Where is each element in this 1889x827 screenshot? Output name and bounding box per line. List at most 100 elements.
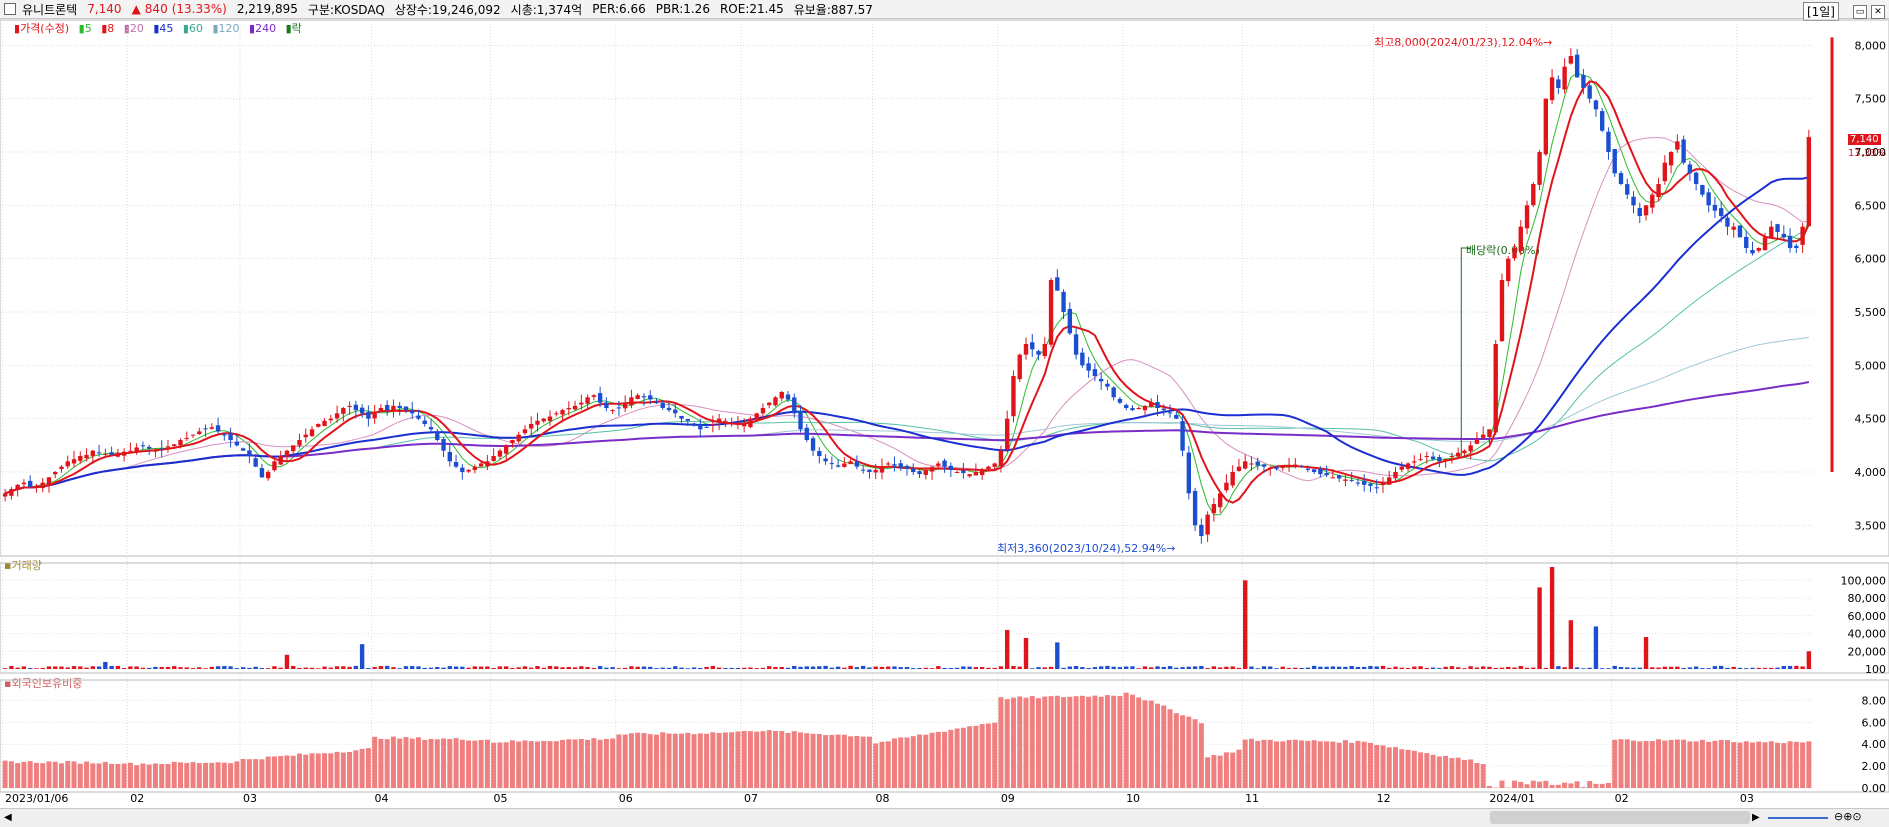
volume-bar bbox=[1656, 668, 1660, 669]
candle-body bbox=[9, 489, 13, 496]
foreign-bar bbox=[1299, 741, 1304, 788]
foreign-bar bbox=[723, 732, 728, 788]
candle-body bbox=[1500, 280, 1504, 341]
foreign-bar bbox=[516, 741, 521, 788]
volume-bar bbox=[1024, 638, 1028, 669]
candle-body bbox=[1706, 192, 1710, 205]
foreign-bar bbox=[454, 738, 459, 788]
volume-bar bbox=[992, 668, 996, 669]
time-scrollbar[interactable]: ◀ ▶ ⊖⊕⊙ bbox=[0, 808, 1889, 827]
scroll-left-icon[interactable]: ◀ bbox=[4, 812, 12, 823]
volume-bar bbox=[1218, 667, 1222, 669]
candle-body bbox=[28, 481, 32, 487]
foreign-bar bbox=[1806, 741, 1811, 788]
foreign-bar bbox=[147, 765, 152, 788]
foreign-bar bbox=[836, 735, 841, 788]
foreign-bar bbox=[416, 737, 421, 788]
candle-body bbox=[754, 413, 758, 419]
candle-body bbox=[1556, 79, 1560, 88]
volume-bar bbox=[911, 668, 915, 669]
volume-bar bbox=[1237, 668, 1241, 669]
volume-bar bbox=[3, 668, 7, 669]
foreign-bar bbox=[1261, 740, 1266, 788]
foreign-bar bbox=[1243, 740, 1248, 788]
candle-body bbox=[861, 470, 865, 471]
foreign-bar bbox=[385, 739, 390, 788]
volume-bar bbox=[1324, 667, 1328, 669]
volume-bar bbox=[15, 668, 19, 669]
volume-bar bbox=[711, 666, 715, 669]
foreign-bar bbox=[1274, 741, 1279, 788]
volume-bar bbox=[673, 666, 677, 669]
chart-svg[interactable]: 2023/01/0602030405060708091011122024/010… bbox=[0, 0, 1889, 808]
foreign-bar bbox=[623, 735, 628, 788]
candle-body bbox=[1763, 237, 1767, 250]
scroll-right-icon[interactable]: ▶ bbox=[1752, 812, 1760, 823]
foreign-bar bbox=[1763, 742, 1768, 788]
candle-body bbox=[1230, 472, 1234, 485]
foreign-bar bbox=[1618, 739, 1623, 788]
candle-body bbox=[416, 416, 420, 419]
foreign-bar bbox=[1380, 745, 1385, 788]
volume-bar bbox=[109, 666, 113, 669]
candle-body bbox=[253, 458, 257, 466]
foreign-bar bbox=[53, 762, 58, 788]
volume-bar bbox=[1631, 668, 1635, 669]
candle-body bbox=[892, 464, 896, 465]
candle-body bbox=[53, 472, 57, 474]
volume-bar bbox=[1262, 666, 1266, 669]
foreign-bar bbox=[1287, 740, 1292, 788]
foreign-bar bbox=[391, 737, 396, 788]
zoom-icons[interactable]: ⊖⊕⊙ bbox=[1834, 810, 1862, 823]
foreign-bar bbox=[1562, 783, 1567, 788]
volume-bar bbox=[41, 668, 45, 669]
foreign-bar bbox=[610, 739, 615, 788]
candle-body bbox=[285, 451, 289, 457]
candle-body bbox=[391, 406, 395, 411]
volume-bar bbox=[372, 667, 376, 669]
foreign-bar bbox=[1518, 782, 1523, 788]
volume-bar bbox=[629, 666, 633, 669]
foreign-bar bbox=[1061, 697, 1066, 788]
volume-bar bbox=[216, 666, 220, 669]
foreign-bar bbox=[397, 739, 402, 788]
scroll-thumb[interactable] bbox=[1490, 811, 1750, 824]
candle-body bbox=[1393, 472, 1397, 478]
volume-bar bbox=[798, 667, 802, 669]
x-tick-label: 06 bbox=[619, 792, 633, 805]
foreign-bar bbox=[372, 737, 377, 788]
candle-body bbox=[1788, 236, 1792, 248]
x-tick-label: 11 bbox=[1245, 792, 1259, 805]
volume-bar bbox=[548, 666, 552, 669]
foreign-bar bbox=[1086, 697, 1091, 788]
candle-body bbox=[1237, 467, 1241, 471]
candle-body bbox=[335, 413, 339, 418]
foreign-bar bbox=[729, 732, 734, 788]
foreign-bar bbox=[1236, 750, 1241, 788]
foreign-bar bbox=[1117, 696, 1122, 788]
foreign-bar bbox=[1030, 696, 1035, 788]
volume-bar bbox=[886, 667, 890, 669]
price-tick-label: 4,000 bbox=[1855, 466, 1887, 479]
x-tick-label: 02 bbox=[1615, 792, 1629, 805]
foreign-bar bbox=[641, 733, 646, 788]
candle-body bbox=[1111, 387, 1115, 397]
foreign-bar bbox=[704, 734, 709, 788]
foreign-bar bbox=[1036, 698, 1041, 788]
volume-bar bbox=[366, 668, 370, 669]
foreign-bar bbox=[792, 731, 797, 788]
foreign-bar bbox=[1067, 697, 1072, 788]
candle-body bbox=[41, 483, 45, 488]
zoom-slider[interactable] bbox=[1768, 817, 1828, 819]
foreign-bar bbox=[992, 723, 997, 788]
candle-body bbox=[1356, 483, 1360, 484]
foreign-bar bbox=[998, 697, 1003, 788]
volume-bar bbox=[949, 668, 953, 669]
volume-bar bbox=[905, 667, 909, 669]
volume-bar bbox=[936, 666, 940, 669]
candle-body bbox=[1800, 227, 1804, 245]
volume-bar bbox=[1375, 666, 1379, 669]
volume-bar bbox=[22, 666, 26, 669]
candle-body bbox=[1293, 465, 1297, 466]
candle-body bbox=[661, 403, 665, 408]
